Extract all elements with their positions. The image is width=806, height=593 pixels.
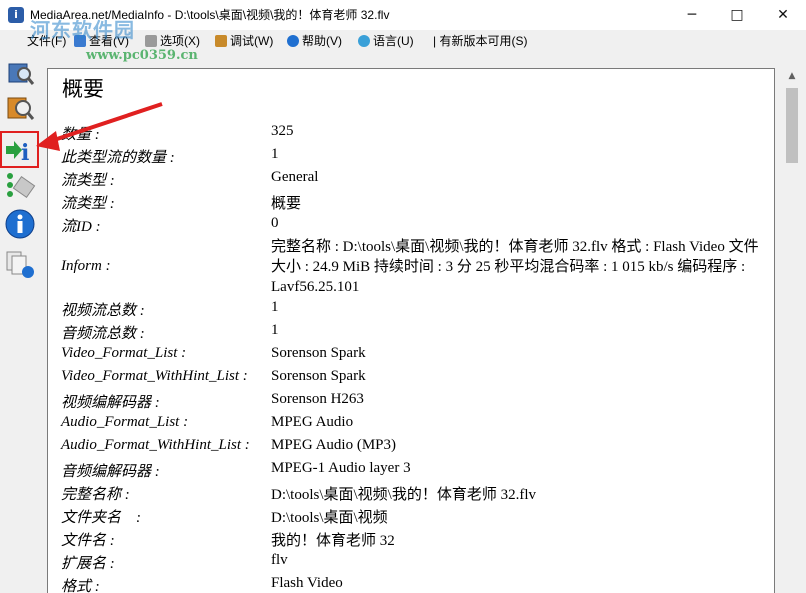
watermark-logo-text: 河东软件园 — [30, 18, 135, 42]
info-key: 视频流总数 : — [61, 303, 145, 319]
info-value: 1 — [271, 322, 279, 338]
menu-debug-label: 调试(W) — [230, 34, 274, 48]
sheet-view-icon — [7, 97, 35, 120]
info-value: Sorenson H263 — [271, 391, 364, 407]
info-key: 音频流总数 : — [61, 326, 145, 342]
info-value: MPEG Audio (MP3) — [271, 437, 397, 453]
view-sidebar: i — [0, 52, 42, 593]
info-text-panel[interactable]: 概要 数量 : 325 此类型流的数量 : 1 流类型 : General 流类… — [47, 68, 775, 593]
info-key: 流类型 : — [61, 173, 115, 189]
tree-view-icon — [7, 173, 36, 199]
info-value: 325 — [271, 123, 294, 139]
maximize-button[interactable]: □ — [714, 0, 760, 30]
info-value: MPEG Audio — [271, 414, 354, 430]
info-key: 文件夹名 : — [61, 510, 141, 526]
info-value: MPEG-1 Audio layer 3 — [271, 460, 411, 476]
minimize-button[interactable]: ─ — [669, 0, 715, 30]
info-value: D:\tools\桌面\视频\我的！体育老师 32.flv — [271, 487, 537, 503]
info-value: 完整名称 : D:\tools\桌面\视频\我的！体育老师 32.flv 格式 … — [271, 239, 759, 295]
info-key: 完整名称 : — [61, 487, 130, 503]
info-key: Video_Format_List : — [61, 345, 187, 361]
info-value: General — [271, 169, 319, 185]
menu-debug[interactable]: 调试(W) — [215, 33, 273, 49]
info-value: flv — [271, 552, 288, 568]
info-value: 1 — [271, 299, 279, 315]
info-key: 扩展名 : — [61, 556, 115, 572]
selected-view-highlight — [0, 131, 39, 168]
info-value: 我的！体育老师 32 — [271, 533, 395, 549]
info-key: 数量 : — [61, 127, 100, 143]
scroll-up-arrow-icon[interactable]: ▲ — [782, 68, 802, 85]
help-icon — [287, 35, 299, 47]
menu-help[interactable]: 帮助(V) — [287, 33, 342, 49]
watermark-url: www.pc0359.cn — [86, 48, 198, 63]
sidebar-easy-view-button[interactable] — [4, 56, 36, 88]
easy-view-icon — [8, 63, 35, 85]
info-key: 格式 : — [61, 579, 100, 593]
menu-options-label: 选项(X) — [160, 34, 200, 48]
info-key: 流ID : — [61, 219, 101, 235]
about-icon — [5, 209, 35, 239]
export-icon — [6, 251, 34, 278]
sidebar-sheet-view-button[interactable] — [4, 92, 36, 124]
info-key: 流类型 : — [61, 196, 115, 212]
menu-language[interactable]: 语言(U) — [358, 33, 414, 49]
info-value: 0 — [271, 215, 279, 231]
info-key: Video_Format_WithHint_List : — [61, 368, 248, 384]
mediainfo-app-icon: i — [8, 7, 24, 23]
vertical-scrollbar[interactable]: ▲ — [782, 68, 802, 593]
menu-help-label: 帮助(V) — [302, 34, 342, 48]
close-button[interactable]: ✕ — [760, 0, 806, 30]
debug-icon — [215, 35, 227, 47]
sidebar-about-button[interactable] — [4, 208, 36, 240]
info-key: Audio_Format_List : — [61, 414, 189, 430]
info-key: 文件名 : — [61, 533, 115, 549]
sidebar-tree-view-button[interactable] — [4, 170, 36, 202]
info-value: Sorenson Spark — [271, 345, 366, 361]
options-icon — [145, 35, 157, 47]
info-value: 1 — [271, 146, 279, 162]
info-key: 视频编解码器 : — [61, 395, 160, 411]
menu-update-available[interactable]: | 有新版本可用(S) — [433, 33, 527, 49]
sidebar-export-button[interactable] — [4, 248, 36, 280]
section-title: 概要 — [62, 77, 104, 101]
globe-icon — [358, 35, 370, 47]
info-value: 概要 — [271, 196, 302, 212]
info-key: Audio_Format_WithHint_List : — [61, 437, 250, 453]
info-value: D:\tools\桌面\视频 — [271, 510, 388, 526]
scrollbar-thumb[interactable] — [786, 88, 798, 163]
info-key: 音频编解码器 : — [61, 464, 160, 480]
info-key: Inform : — [61, 258, 111, 274]
info-value: Sorenson Spark — [271, 368, 366, 384]
info-value: Flash Video — [271, 575, 343, 591]
menu-language-label: 语言(U) — [373, 34, 414, 48]
info-key: 此类型流的数量 : — [61, 150, 175, 166]
menu-options[interactable]: 选项(X) — [145, 33, 200, 49]
